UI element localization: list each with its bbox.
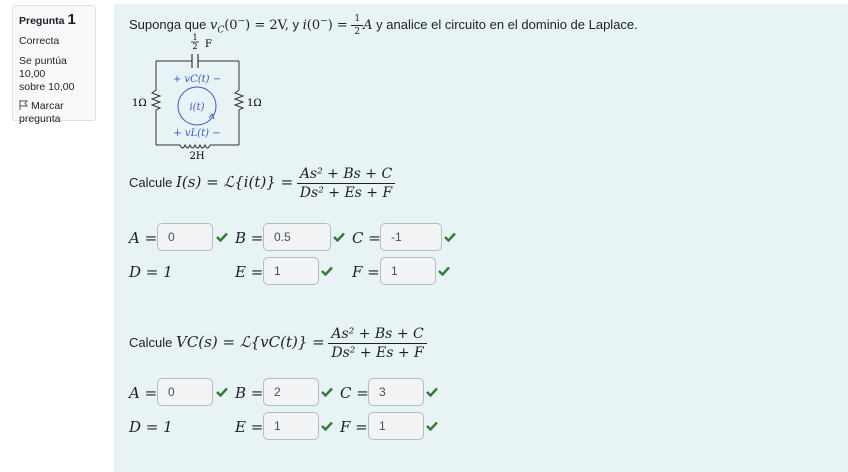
question-header: Pregunta 1 xyxy=(19,11,89,28)
question-number: 1 xyxy=(67,11,76,28)
resistor-right xyxy=(233,61,245,145)
p1-answer-b[interactable]: 0.5 xyxy=(263,223,331,251)
resistor-left xyxy=(150,61,162,145)
check-icon xyxy=(321,387,333,397)
it-label: i(t) xyxy=(189,102,204,113)
flag-icon xyxy=(19,100,29,110)
p1-label-b: B = xyxy=(235,229,264,247)
r-left-label: 1Ω xyxy=(132,98,147,109)
capacitor-label: 1 2 F xyxy=(191,33,212,51)
p1-label-a: A = xyxy=(129,229,158,247)
p2-label-d: D = 1 xyxy=(129,418,173,436)
p2-label-c: C = xyxy=(340,384,369,402)
check-icon xyxy=(216,232,228,242)
r-right-label: 1Ω xyxy=(247,98,262,109)
p1-label-c: C = xyxy=(352,229,381,247)
p2-label-f: F = xyxy=(340,418,368,436)
p1-answer-f[interactable]: 1 xyxy=(380,257,436,285)
check-icon xyxy=(438,266,450,276)
flag-question-link[interactable]: Marcar pregunta xyxy=(19,100,89,126)
p2-label-b: B = xyxy=(235,384,264,402)
p1-label-d: D = 1 xyxy=(129,263,173,281)
p2-answer-e[interactable]: 1 xyxy=(263,412,319,440)
inductor-label: 2H xyxy=(189,151,204,162)
check-icon xyxy=(321,421,333,431)
check-icon xyxy=(333,232,345,242)
svg-text:1: 1 xyxy=(192,33,197,42)
p2-label-a: A = xyxy=(129,384,158,402)
check-icon xyxy=(426,387,438,397)
part1-equation: Calcule I(s) = ℒ{i(t)} = As² + Bs + C Ds²… xyxy=(129,166,396,201)
question-state: Correcta xyxy=(19,35,60,47)
part2-equation: Calcule VC(s) = ℒ{vC(t)} = As² + Bs + CD… xyxy=(129,326,427,361)
p2-answer-f[interactable]: 1 xyxy=(368,412,424,440)
question-score: Se puntúa 10,00 sobre 10,00 xyxy=(19,55,75,93)
p1-answer-a[interactable]: 0 xyxy=(157,223,213,251)
check-icon xyxy=(444,232,456,242)
vl-label: + vL(t) − xyxy=(173,128,220,139)
question-label: Pregunta xyxy=(19,15,65,27)
p2-answer-c[interactable]: 3 xyxy=(368,378,424,406)
circuit-diagram: 1 2 F 1Ω 1Ω + vC(t) − i(t) + vL(t) − 2H xyxy=(132,33,262,162)
svg-text:2: 2 xyxy=(192,42,197,51)
vc-label: + vC(t) − xyxy=(173,74,221,85)
p1-label-e: E = xyxy=(235,263,264,281)
p1-answer-c[interactable]: -1 xyxy=(380,223,442,251)
p1-label-f: F = xyxy=(352,263,380,281)
p2-answer-b[interactable]: 2 xyxy=(263,378,319,406)
p1-answer-e[interactable]: 1 xyxy=(263,257,319,285)
p2-answer-a[interactable]: 0 xyxy=(157,378,213,406)
inductor xyxy=(156,143,239,149)
p2-label-e: E = xyxy=(235,418,264,436)
check-icon xyxy=(216,387,228,397)
question-info-panel: Pregunta 1 Correcta Se puntúa 10,00 sobr… xyxy=(12,5,96,125)
svg-text:F: F xyxy=(205,39,212,50)
check-icon xyxy=(321,266,333,276)
check-icon xyxy=(426,421,438,431)
